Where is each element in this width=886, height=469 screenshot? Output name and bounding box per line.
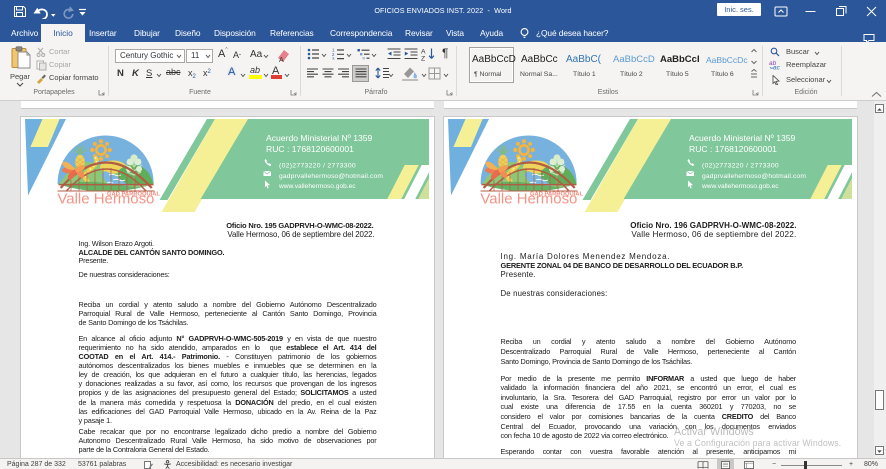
svg-text:Z: Z xyxy=(421,56,425,61)
svg-text:A: A xyxy=(279,57,284,63)
svg-text:ac: ac xyxy=(773,65,781,71)
svg-text:Valle Hermoso: Valle Hermoso xyxy=(57,191,154,208)
svg-text:3: 3 xyxy=(332,56,335,60)
svg-text:A: A xyxy=(421,49,426,56)
svg-text:Valle Hermoso: Valle Hermoso xyxy=(480,191,577,208)
